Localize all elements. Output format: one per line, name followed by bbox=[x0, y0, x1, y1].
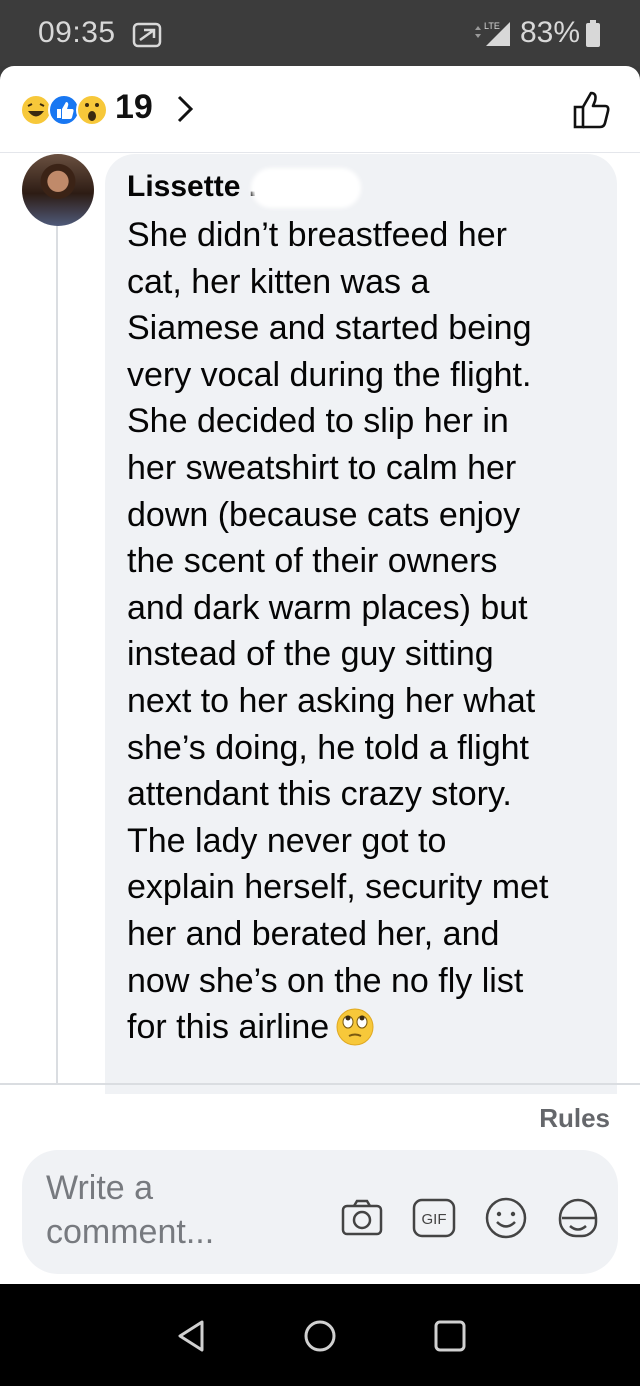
system-nav-bar bbox=[0, 1284, 640, 1386]
comment-text: She didn’t breastfeed her cat, her kitte… bbox=[127, 212, 607, 1051]
status-time: 09:35 bbox=[38, 16, 116, 49]
gif-icon[interactable]: GIF bbox=[412, 1196, 456, 1240]
thread-line bbox=[56, 224, 58, 1084]
comment-input[interactable] bbox=[44, 1164, 308, 1268]
divider bbox=[0, 1083, 640, 1085]
haha-icon bbox=[20, 94, 52, 126]
name-redaction bbox=[251, 168, 361, 208]
emoji-icon[interactable] bbox=[484, 1196, 528, 1240]
like-icon bbox=[48, 94, 80, 126]
signal-lte-icon: LTE bbox=[475, 21, 510, 46]
reactions-summary[interactable]: 19 bbox=[0, 66, 640, 153]
home-icon[interactable] bbox=[300, 1316, 340, 1356]
like-button[interactable] bbox=[572, 90, 612, 130]
comment-body: She didn’t breastfeed her cat, her kitte… bbox=[127, 216, 549, 1047]
sticker-icon[interactable] bbox=[556, 1196, 600, 1240]
rolling-eyes-emoji-icon bbox=[336, 1008, 374, 1046]
avatar[interactable] bbox=[22, 154, 94, 226]
lte-label: LTE bbox=[484, 21, 500, 31]
comments-sheet: 19 Lissette . She didn’t breastfeed her … bbox=[0, 66, 640, 1284]
comment-bubble[interactable]: Lissette . She didn’t breastfeed her cat… bbox=[105, 154, 617, 1094]
status-bar: 09:35 LTE 83% bbox=[0, 0, 640, 66]
comment-composer: GIF bbox=[22, 1150, 618, 1274]
battery-icon bbox=[586, 20, 600, 47]
reaction-count: 19 bbox=[115, 88, 153, 126]
chevron-right-icon[interactable] bbox=[176, 94, 194, 124]
reaction-icons bbox=[20, 94, 108, 126]
author-name[interactable]: Lissette . bbox=[127, 170, 257, 204]
battery-percent: 83% bbox=[520, 16, 581, 49]
rules-link[interactable]: Rules bbox=[539, 1103, 610, 1134]
wow-icon bbox=[76, 94, 108, 126]
recent-apps-icon[interactable] bbox=[430, 1316, 470, 1356]
camera-icon[interactable] bbox=[340, 1196, 384, 1240]
airplane-mode-icon bbox=[132, 22, 162, 48]
back-icon[interactable] bbox=[172, 1316, 212, 1356]
gif-label: GIF bbox=[422, 1211, 447, 1228]
